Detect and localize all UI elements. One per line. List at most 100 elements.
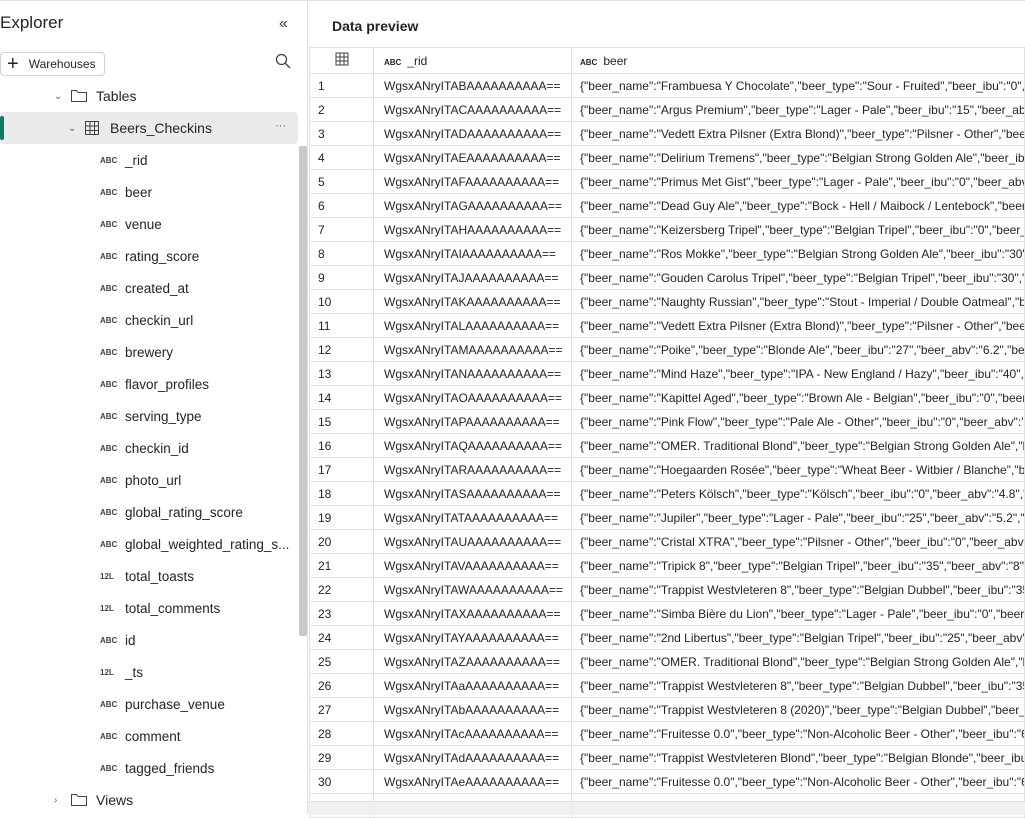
beer-cell[interactable]: {"beer_name":"Keizersberg Tripel","beer_… (571, 217, 1025, 242)
select-all-cell[interactable] (309, 47, 374, 74)
rid-cell[interactable]: WgsxANryITAIAAAAAAAAAA== (373, 241, 572, 266)
table-row[interactable]: 20 WgsxANryITAUAAAAAAAAAA== {"beer_name":"… (309, 529, 1025, 554)
add-warehouses-button[interactable]: + Warehouses (0, 52, 105, 76)
beer-cell[interactable]: {"beer_name":"Kapittel Aged","beer_type"… (571, 385, 1025, 410)
rid-cell[interactable]: WgsxANryITAbAAAAAAAAAA== (373, 697, 572, 722)
rid-cell[interactable]: WgsxANryITADAAAAAAAAAA== (373, 121, 572, 146)
beer-cell[interactable]: {"beer_name":"Trappist Westvleteren 8","… (571, 577, 1025, 602)
column-item[interactable]: ABC global_rating_score (100, 502, 243, 522)
beer-cell[interactable]: {"beer_name":"OMER. Traditional Blond","… (571, 649, 1025, 674)
tree-node-tables[interactable]: ⌄ Tables (54, 84, 136, 108)
column-item[interactable]: ABC tagged_friends (100, 758, 214, 778)
table-row[interactable]: 9 WgsxANryITAJAAAAAAAAAA== {"beer_name":"G… (309, 265, 1025, 290)
beer-cell[interactable]: {"beer_name":"Pink Flow","beer_type":"Pa… (571, 409, 1025, 434)
horizontal-scrollbar[interactable] (308, 801, 1025, 815)
rid-cell[interactable]: WgsxANryITACAAAAAAAAAA== (373, 97, 572, 122)
table-row[interactable]: 4 WgsxANryITAEAAAAAAAAAA== {"beer_name":"D… (309, 145, 1025, 170)
table-row[interactable]: 3 WgsxANryITADAAAAAAAAAA== {"beer_name":"V… (309, 121, 1025, 146)
rid-cell[interactable]: WgsxANryITAdAAAAAAAAAA== (373, 745, 572, 770)
rid-cell[interactable]: WgsxANryITAWAAAAAAAAAA== (373, 577, 572, 602)
rid-cell[interactable]: WgsxANryITAXAAAAAAAAAA== (373, 601, 572, 626)
rid-cell[interactable]: WgsxANryITALAAAAAAAAAA== (373, 313, 572, 338)
explorer-scrollbar[interactable] (299, 146, 307, 636)
table-row[interactable]: 21 WgsxANryITAVAAAAAAAAAA== {"beer_name":"… (309, 553, 1025, 578)
table-row[interactable]: 15 WgsxANryITAPAAAAAAAAAA== {"beer_name":"… (309, 409, 1025, 434)
beer-cell[interactable]: {"beer_name":"Frambuesa Y Chocolate","be… (571, 73, 1025, 98)
table-row[interactable]: 2 WgsxANryITACAAAAAAAAAA== {"beer_name":"A… (309, 97, 1025, 122)
beer-cell[interactable]: {"beer_name":"Trappist Westvleteren 8 (2… (571, 697, 1025, 722)
column-item[interactable]: ABC global_weighted_rating_s... (100, 534, 289, 554)
column-item[interactable]: ABC venue (100, 214, 162, 234)
chevron-right-icon[interactable]: › (54, 795, 70, 806)
rid-cell[interactable]: WgsxANryITAUAAAAAAAAAA== (373, 529, 572, 554)
column-item[interactable]: ABC serving_type (100, 406, 202, 426)
beer-cell[interactable]: {"beer_name":"Cristal XTRA","beer_type":… (571, 529, 1025, 554)
beer-cell[interactable]: {"beer_name":"Primus Met Gist","beer_typ… (571, 169, 1025, 194)
rid-cell[interactable]: WgsxANryITATAAAAAAAAAA== (373, 505, 572, 530)
beer-cell[interactable]: {"beer_name":"Delirium Tremens","beer_ty… (571, 145, 1025, 170)
rid-cell[interactable]: WgsxANryITASAAAAAAAAAA== (373, 481, 572, 506)
column-item[interactable]: ABC purchase_venue (100, 694, 225, 714)
column-item[interactable]: ABC created_at (100, 278, 189, 298)
column-item[interactable]: ABC brewery (100, 342, 173, 362)
more-options-icon[interactable]: ··· (275, 120, 286, 132)
column-item[interactable]: ABC photo_url (100, 470, 181, 490)
table-row[interactable]: 13 WgsxANryITANAAAAAAAAAA== {"beer_name":"… (309, 361, 1025, 386)
table-row[interactable]: 28 WgsxANryITAcAAAAAAAAAA== {"beer_name":"… (309, 721, 1025, 746)
rid-cell[interactable]: WgsxANryITAKAAAAAAAAAA== (373, 289, 572, 314)
beer-cell[interactable]: {"beer_name":"Vedett Extra Pilsner (Extr… (571, 313, 1025, 338)
rid-cell[interactable]: WgsxANryITAYAAAAAAAAAA== (373, 625, 572, 650)
rid-cell[interactable]: WgsxANryITAOAAAAAAAAAA== (373, 385, 572, 410)
beer-cell[interactable]: {"beer_name":"Naughty Russian","beer_typ… (571, 289, 1025, 314)
beer-cell[interactable]: {"beer_name":"Argus Premium","beer_type"… (571, 97, 1025, 122)
table-row[interactable]: 18 WgsxANryITASAAAAAAAAAA== {"beer_name":"… (309, 481, 1025, 506)
table-row[interactable]: 6 WgsxANryITAGAAAAAAAAAA== {"beer_name":"D… (309, 193, 1025, 218)
beer-cell[interactable]: {"beer_name":"Trappist Westvleteren Blon… (571, 745, 1025, 770)
table-row[interactable]: 16 WgsxANryITAQAAAAAAAAAA== {"beer_name":"… (309, 433, 1025, 458)
column-item[interactable]: ABC rating_score (100, 246, 199, 266)
rid-cell[interactable]: WgsxANryITARAAAAAAAAAA== (373, 457, 572, 482)
beer-cell[interactable]: {"beer_name":"Ros Mokke","beer_type":"Be… (571, 241, 1025, 266)
beer-cell[interactable]: {"beer_name":"OMER. Traditional Blond","… (571, 433, 1025, 458)
collapse-panel-icon[interactable]: « (279, 15, 288, 33)
column-item[interactable]: ABC flavor_profiles (100, 374, 209, 394)
chevron-down-icon[interactable]: ⌄ (54, 91, 70, 102)
column-item[interactable]: 12L total_comments (100, 598, 220, 618)
table-row[interactable]: 27 WgsxANryITAbAAAAAAAAAA== {"beer_name":"… (309, 697, 1025, 722)
rid-cell[interactable]: WgsxANryITAFAAAAAAAAAA== (373, 169, 572, 194)
column-header-rid[interactable]: ABC _rid (373, 47, 572, 74)
table-row[interactable]: 25 WgsxANryITAZAAAAAAAAAA== {"beer_name":"… (309, 649, 1025, 674)
rid-cell[interactable]: WgsxANryITAcAAAAAAAAAA== (373, 721, 572, 746)
beer-cell[interactable]: {"beer_name":"Mind Haze","beer_type":"IP… (571, 361, 1025, 386)
rid-cell[interactable]: WgsxANryITAQAAAAAAAAAA== (373, 433, 572, 458)
column-item[interactable]: 12L _ts (100, 662, 143, 682)
tree-node-views[interactable]: › Views (54, 788, 133, 812)
column-item[interactable]: ABC comment (100, 726, 181, 746)
table-row[interactable]: 30 WgsxANryITAeAAAAAAAAAA== {"beer_name":"… (309, 769, 1025, 794)
rid-cell[interactable]: WgsxANryITAHAAAAAAAAAA== (373, 217, 572, 242)
rid-cell[interactable]: WgsxANryITAEAAAAAAAAAA== (373, 145, 572, 170)
column-item[interactable]: ABC checkin_url (100, 310, 193, 330)
table-row[interactable]: 26 WgsxANryITAaAAAAAAAAAA== {"beer_name":"… (309, 673, 1025, 698)
table-row[interactable]: 7 WgsxANryITAHAAAAAAAAAA== {"beer_name":"K… (309, 217, 1025, 242)
table-row[interactable]: 8 WgsxANryITAIAAAAAAAAAA== {"beer_name":"R… (309, 241, 1025, 266)
table-row[interactable]: 19 WgsxANryITATAAAAAAAAAA== {"beer_name":"… (309, 505, 1025, 530)
beer-cell[interactable]: {"beer_name":"Dead Guy Ale","beer_type":… (571, 193, 1025, 218)
table-row[interactable]: 29 WgsxANryITAdAAAAAAAAAA== {"beer_name":"… (309, 745, 1025, 770)
beer-cell[interactable]: {"beer_name":"Gouden Carolus Tripel","be… (571, 265, 1025, 290)
beer-cell[interactable]: {"beer_name":"Simba Bière du Lion","beer… (571, 601, 1025, 626)
column-item[interactable]: ABC id (100, 630, 136, 650)
table-row[interactable]: 12 WgsxANryITAMAAAAAAAAAA== {"beer_name":"… (309, 337, 1025, 362)
column-header-beer[interactable]: ABC beer (571, 47, 1025, 74)
beer-cell[interactable]: {"beer_name":"Fruitesse 0.0","beer_type"… (571, 769, 1025, 794)
beer-cell[interactable]: {"beer_name":"Fruitesse 0.0","beer_type"… (571, 721, 1025, 746)
table-row[interactable]: 14 WgsxANryITAOAAAAAAAAAA== {"beer_name":"… (309, 385, 1025, 410)
rid-cell[interactable]: WgsxANryITAaAAAAAAAAAA== (373, 673, 572, 698)
rid-cell[interactable]: WgsxANryITAeAAAAAAAAAA== (373, 769, 572, 794)
beer-cell[interactable]: {"beer_name":"2nd Libertus","beer_type":… (571, 625, 1025, 650)
rid-cell[interactable]: WgsxANryITAPAAAAAAAAAA== (373, 409, 572, 434)
column-item[interactable]: ABC beer (100, 182, 152, 202)
table-row[interactable]: 23 WgsxANryITAXAAAAAAAAAA== {"beer_name":"… (309, 601, 1025, 626)
tree-node-beers-checkins[interactable]: ⌄ Beers_Checkins (68, 116, 212, 140)
column-item[interactable]: 12L total_toasts (100, 566, 194, 586)
